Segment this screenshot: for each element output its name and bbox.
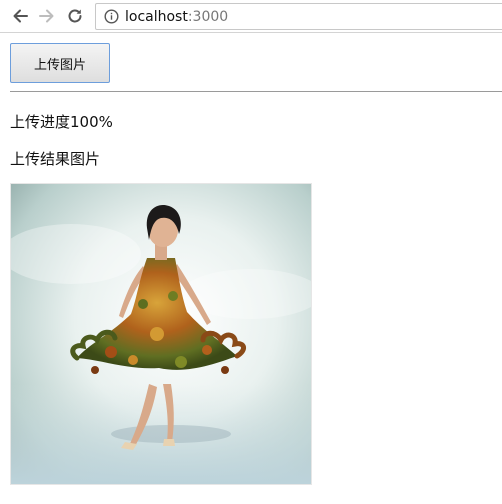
info-icon[interactable] (103, 9, 119, 25)
upload-progress-text: 上传进度100% (10, 113, 113, 131)
reload-button[interactable] (63, 4, 87, 28)
reload-icon (68, 9, 82, 23)
forward-button[interactable] (35, 4, 59, 28)
back-button[interactable] (8, 4, 32, 28)
upload-result-label: 上传结果图片 (10, 150, 101, 168)
url-port: :3000 (187, 8, 229, 25)
woman-leaf-dress-photo (11, 184, 311, 484)
browser-toolbar: localhost:3000 (0, 0, 502, 33)
upload-image-button[interactable]: 上传图片 (10, 43, 110, 83)
uploaded-result-image (10, 183, 312, 485)
horizontal-divider (10, 91, 502, 92)
url-text: localhost:3000 (125, 9, 228, 25)
back-arrow-icon (13, 9, 28, 23)
address-bar[interactable]: localhost:3000 (95, 3, 502, 30)
url-host: localhost (125, 8, 188, 25)
forward-arrow-icon (39, 9, 54, 23)
page-content: 上传图片 上传进度100% 上传结果图片 (0, 33, 502, 504)
